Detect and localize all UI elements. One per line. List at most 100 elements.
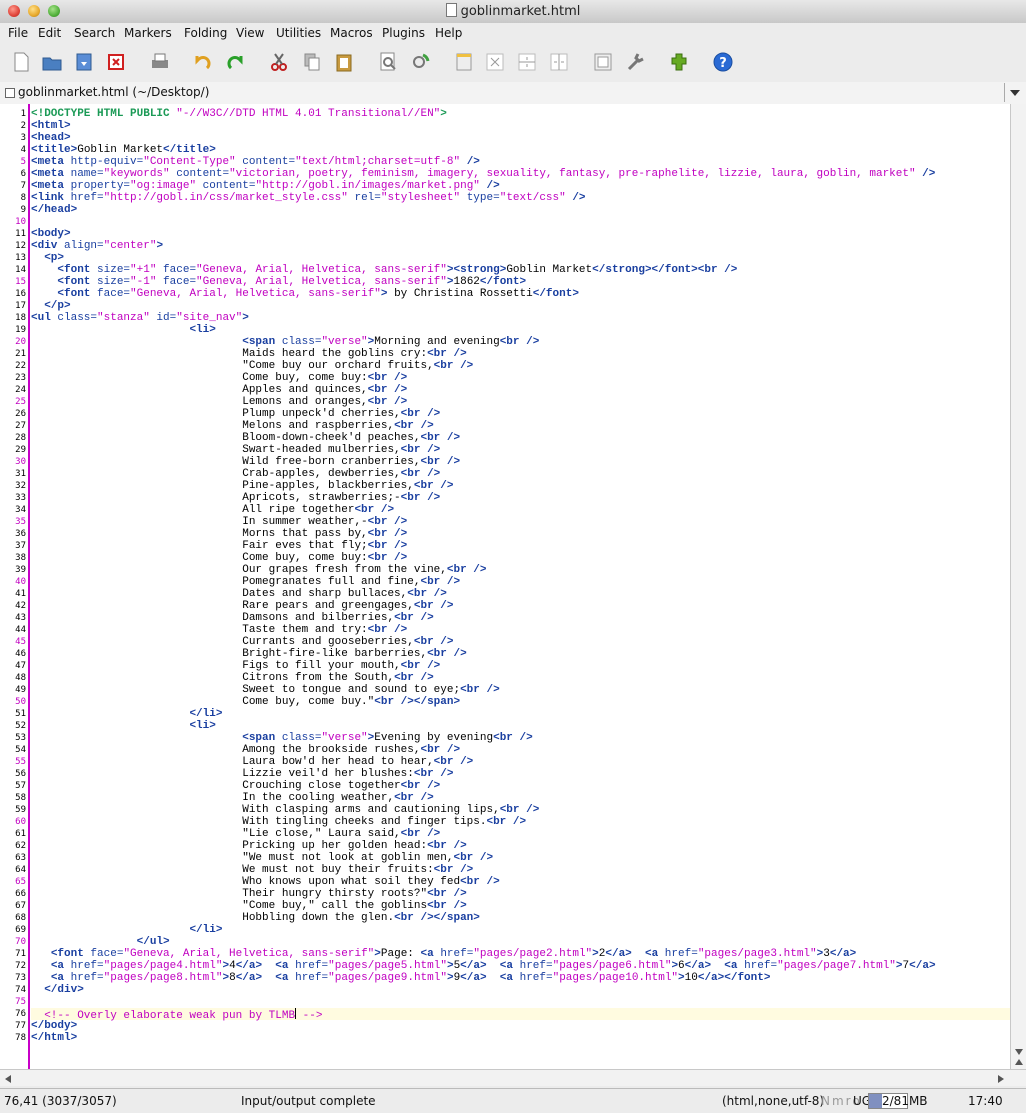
- menu-markers[interactable]: Markers: [124, 26, 172, 40]
- menu-utilities[interactable]: Utilities: [276, 26, 321, 40]
- code-line[interactable]: With clasping arms and cautioning lips,<…: [31, 804, 539, 816]
- code-line[interactable]: </body>: [31, 1020, 77, 1032]
- cut-icon[interactable]: [268, 51, 290, 73]
- plugin-manager-icon[interactable]: [668, 51, 690, 73]
- scroll-right-icon[interactable]: [998, 1075, 1004, 1083]
- code-line[interactable]: <div align="center">: [31, 240, 163, 252]
- current-code-line[interactable]: <!-- Overly elaborate weak pun by TLMB -…: [31, 1008, 1010, 1022]
- text-area[interactable]: 1 2 3 4 5 6 7 8 9 10 11 12 13 14 15 16 17 18 19 20 21 22 23 24 2…: [0, 104, 1010, 1069]
- code-line[interactable]: </ul>: [31, 936, 170, 948]
- chevron-down-icon[interactable]: [1004, 83, 1024, 102]
- code-line[interactable]: In the cooling weather,<br />: [31, 792, 433, 804]
- code-line[interactable]: Pricking up her golden head:<br />: [31, 840, 466, 852]
- code-line[interactable]: <p>: [31, 252, 64, 264]
- code-line[interactable]: <span class="verse">Evening by evening<b…: [31, 732, 532, 744]
- code-view[interactable]: <!DOCTYPE HTML PUBLIC "-//W3C//DTD HTML …: [31, 104, 1010, 1069]
- code-line[interactable]: Come buy, come buy."<br /></span>: [31, 696, 460, 708]
- code-line[interactable]: Who knows upon what soil they fed<br />: [31, 876, 499, 888]
- code-line[interactable]: <span class="verse">Morning and evening<…: [31, 336, 539, 348]
- buffer-options-icon[interactable]: [592, 51, 614, 73]
- split-vertical-icon[interactable]: [548, 51, 570, 73]
- code-line[interactable]: Pomegranates full and fine,<br />: [31, 576, 460, 588]
- code-line[interactable]: Lemons and oranges,<br />: [31, 396, 407, 408]
- menu-plugins[interactable]: Plugins: [382, 26, 425, 40]
- code-line[interactable]: <!DOCTYPE HTML PUBLIC "-//W3C//DTD HTML …: [31, 108, 447, 120]
- code-line[interactable]: Among the brookside rushes,<br />: [31, 744, 460, 756]
- menu-file[interactable]: File: [8, 26, 28, 40]
- code-line[interactable]: Damsons and bilberries,<br />: [31, 612, 433, 624]
- code-line[interactable]: Currants and gooseberries,<br />: [31, 636, 453, 648]
- code-line[interactable]: All ripe together<br />: [31, 504, 394, 516]
- code-line[interactable]: Taste them and try:<br />: [31, 624, 407, 636]
- code-line[interactable]: <font size="-1" face="Geneva, Arial, Hel…: [31, 276, 526, 288]
- code-line[interactable]: Crab-apples, dewberries,<br />: [31, 468, 440, 480]
- code-line[interactable]: <meta property="og:image" content="http:…: [31, 180, 500, 192]
- code-line[interactable]: Bloom-down-cheek'd peaches,<br />: [31, 432, 460, 444]
- code-line[interactable]: Come buy, come buy:<br />: [31, 372, 407, 384]
- code-line[interactable]: We must not buy their fruits:<br />: [31, 864, 473, 876]
- code-line[interactable]: <html>: [31, 120, 71, 132]
- code-line[interactable]: Apples and quinces,<br />: [31, 384, 407, 396]
- menu-folding[interactable]: Folding: [184, 26, 227, 40]
- code-line[interactable]: Crouching close together<br />: [31, 780, 440, 792]
- scroll-up-icon[interactable]: [1015, 1059, 1023, 1065]
- code-line[interactable]: "Come buy," call the goblins<br />: [31, 900, 466, 912]
- code-line[interactable]: Citrons from the South,<br />: [31, 672, 433, 684]
- redo-icon[interactable]: [225, 51, 247, 73]
- undo-icon[interactable]: [191, 51, 213, 73]
- vertical-scrollbar[interactable]: [1010, 104, 1026, 1069]
- code-line[interactable]: Swart-headed mulberries,<br />: [31, 444, 440, 456]
- code-line[interactable]: <link href="http://gobl.in/css/market_st…: [31, 192, 586, 204]
- menu-view[interactable]: View: [236, 26, 264, 40]
- code-line[interactable]: Dates and sharp bullaces,<br />: [31, 588, 447, 600]
- code-line[interactable]: Rare pears and greengages,<br />: [31, 600, 453, 612]
- code-line[interactable]: <a href="pages/page8.html">8</a> <a href…: [31, 972, 771, 984]
- help-icon[interactable]: ?: [712, 51, 734, 73]
- scroll-left-icon[interactable]: [5, 1075, 11, 1083]
- code-line[interactable]: <title>Goblin Market</title>: [31, 144, 216, 156]
- code-line[interactable]: <meta http-equiv="Content-Type" content=…: [31, 156, 480, 168]
- code-line[interactable]: In summer weather,-<br />: [31, 516, 407, 528]
- code-line[interactable]: Apricots, strawberries;-<br />: [31, 492, 440, 504]
- code-line[interactable]: <body>: [31, 228, 71, 240]
- open-folder-icon[interactable]: [41, 51, 63, 73]
- code-line[interactable]: <font face="Geneva, Arial, Helvetica, sa…: [31, 288, 579, 300]
- code-line[interactable]: <meta name="keywords" content="victorian…: [31, 168, 935, 180]
- paste-icon[interactable]: [333, 51, 355, 73]
- code-line[interactable]: <ul class="stanza" id="site_nav">: [31, 312, 249, 324]
- horizontal-scrollbar[interactable]: [0, 1069, 1026, 1086]
- code-line[interactable]: </head>: [31, 204, 77, 216]
- code-line[interactable]: Come buy, come buy:<br />: [31, 552, 407, 564]
- code-line[interactable]: </li>: [31, 708, 222, 720]
- code-line[interactable]: Pine-apples, blackberries,<br />: [31, 480, 453, 492]
- code-line[interactable]: Morns that pass by,<br />: [31, 528, 407, 540]
- split-horizontal-icon[interactable]: [516, 51, 538, 73]
- unsplit-icon[interactable]: [484, 51, 506, 73]
- code-line[interactable]: Lizzie veil'd her blushes:<br />: [31, 768, 453, 780]
- global-options-icon[interactable]: [624, 51, 646, 73]
- code-line[interactable]: </p>: [31, 300, 70, 312]
- code-line[interactable]: <a href="pages/page4.html">4</a> <a href…: [31, 960, 936, 972]
- code-line[interactable]: Plump unpeck'd cherries,<br />: [31, 408, 440, 420]
- line-number-gutter[interactable]: 1 2 3 4 5 6 7 8 9 10 11 12 13 14 15 16 17 18 19 20 21 22 23 24 2…: [0, 104, 30, 1069]
- code-line[interactable]: Hobbling down the glen.<br /></span>: [31, 912, 480, 924]
- code-line[interactable]: <font face="Geneva, Arial, Helvetica, sa…: [31, 948, 856, 960]
- code-line[interactable]: Figs to fill your mouth,<br />: [31, 660, 440, 672]
- new-file-icon[interactable]: [10, 51, 32, 73]
- menu-macros[interactable]: Macros: [330, 26, 373, 40]
- code-line[interactable]: Fair eves that fly;<br />: [31, 540, 407, 552]
- code-line[interactable]: </div>: [31, 984, 84, 996]
- menu-help[interactable]: Help: [435, 26, 462, 40]
- code-line[interactable]: </html>: [31, 1032, 77, 1044]
- code-line[interactable]: Wild free-born cranberries,<br />: [31, 456, 460, 468]
- code-line[interactable]: <li>: [31, 720, 215, 732]
- menu-edit[interactable]: Edit: [38, 26, 61, 40]
- code-line[interactable]: "Come buy our orchard fruits,<br />: [31, 360, 473, 372]
- code-line[interactable]: "We must not look at goblin men,<br />: [31, 852, 493, 864]
- new-view-icon[interactable]: [453, 51, 475, 73]
- find-next-icon[interactable]: [409, 51, 431, 73]
- code-line[interactable]: <head>: [31, 132, 71, 144]
- code-line[interactable]: "Lie close," Laura said,<br />: [31, 828, 440, 840]
- save-icon[interactable]: [73, 51, 95, 73]
- code-line[interactable]: Maids heard the goblins cry:<br />: [31, 348, 466, 360]
